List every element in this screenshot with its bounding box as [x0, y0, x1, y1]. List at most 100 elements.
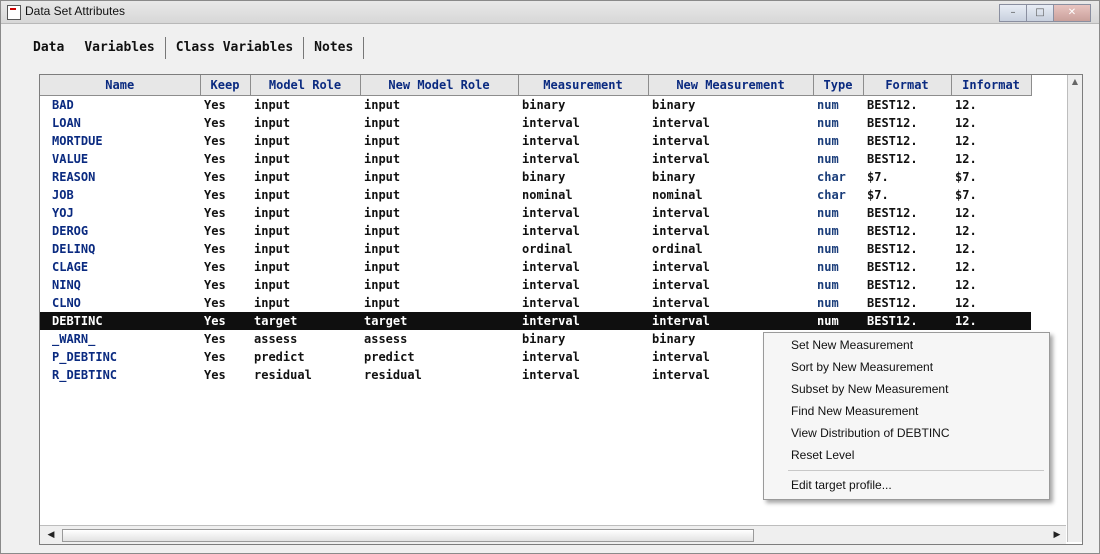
cell-new-model-role[interactable]: input: [360, 204, 518, 222]
cell-new-measurement[interactable]: interval: [648, 258, 813, 276]
scroll-left-icon[interactable]: ◀: [44, 528, 58, 542]
column-header-new-measurement[interactable]: New Measurement: [648, 75, 814, 96]
table-row[interactable]: LOAN Yes input input interval interval num BEST…: [40, 114, 1031, 132]
column-header-measurement[interactable]: Measurement: [518, 75, 649, 96]
cell-type[interactable]: num: [813, 132, 863, 150]
cell-keep[interactable]: Yes: [200, 240, 250, 258]
table-row[interactable]: NINQ Yes input input interval interval num BEST…: [40, 276, 1031, 294]
cell-model-role[interactable]: predict: [250, 348, 360, 366]
cell-keep[interactable]: Yes: [200, 348, 250, 366]
cell-type[interactable]: char: [813, 186, 863, 204]
cell-model-role[interactable]: input: [250, 168, 360, 186]
cell-new-model-role[interactable]: input: [360, 168, 518, 186]
cell-keep[interactable]: Yes: [200, 222, 250, 240]
cell-name[interactable]: _WARN_: [40, 330, 200, 348]
cell-measurement[interactable]: interval: [518, 258, 648, 276]
cell-name[interactable]: MORTDUE: [40, 132, 200, 150]
cell-type[interactable]: num: [813, 240, 863, 258]
cell-informat[interactable]: 12.: [951, 294, 1031, 312]
cell-format[interactable]: BEST12.: [863, 222, 951, 240]
menu-item-view-distribution[interactable]: View Distribution of DEBTINC: [764, 423, 1049, 444]
menu-item-edit-target-profile[interactable]: Edit target profile...: [764, 475, 1049, 496]
cell-measurement[interactable]: interval: [518, 222, 648, 240]
maximize-icon[interactable]: □: [1026, 4, 1054, 22]
cell-measurement[interactable]: interval: [518, 276, 648, 294]
cell-keep[interactable]: Yes: [200, 186, 250, 204]
cell-keep[interactable]: Yes: [200, 132, 250, 150]
cell-informat[interactable]: 12.: [951, 132, 1031, 150]
cell-model-role[interactable]: input: [250, 114, 360, 132]
cell-keep[interactable]: Yes: [200, 312, 250, 330]
cell-keep[interactable]: Yes: [200, 258, 250, 276]
cell-new-model-role[interactable]: target: [360, 312, 518, 330]
table-row[interactable]: CLAGE Yes input input interval interval num BES…: [40, 258, 1031, 276]
column-header-informat[interactable]: Informat: [951, 75, 1032, 96]
cell-format[interactable]: BEST12.: [863, 276, 951, 294]
cell-new-measurement[interactable]: interval: [648, 132, 813, 150]
cell-new-measurement[interactable]: ordinal: [648, 240, 813, 258]
tab-class-variables[interactable]: Class Variables: [166, 37, 305, 59]
cell-measurement[interactable]: interval: [518, 348, 648, 366]
cell-model-role[interactable]: input: [250, 96, 360, 115]
cell-name[interactable]: R_DEBTINC: [40, 366, 200, 384]
cell-name[interactable]: P_DEBTINC: [40, 348, 200, 366]
cell-model-role[interactable]: assess: [250, 330, 360, 348]
tab-variables[interactable]: Variables: [74, 37, 166, 59]
cell-keep[interactable]: Yes: [200, 96, 250, 115]
cell-name[interactable]: BAD: [40, 96, 200, 115]
table-row[interactable]: DELINQ Yes input input ordinal ordinal num BEST…: [40, 240, 1031, 258]
table-row[interactable]: CLNO Yes input input interval interval num BEST…: [40, 294, 1031, 312]
table-row[interactable]: DEBTINC Yes target target interval interval nu…: [40, 312, 1031, 330]
cell-new-model-role[interactable]: predict: [360, 348, 518, 366]
cell-name[interactable]: YOJ: [40, 204, 200, 222]
cell-model-role[interactable]: input: [250, 150, 360, 168]
cell-type[interactable]: num: [813, 204, 863, 222]
cell-new-model-role[interactable]: assess: [360, 330, 518, 348]
tab-data[interactable]: Data: [23, 37, 74, 59]
cell-type[interactable]: num: [813, 294, 863, 312]
cell-model-role[interactable]: input: [250, 258, 360, 276]
cell-type[interactable]: num: [813, 258, 863, 276]
cell-new-model-role[interactable]: input: [360, 276, 518, 294]
cell-measurement[interactable]: binary: [518, 330, 648, 348]
cell-keep[interactable]: Yes: [200, 150, 250, 168]
cell-format[interactable]: BEST12.: [863, 96, 951, 115]
cell-measurement[interactable]: interval: [518, 204, 648, 222]
close-icon[interactable]: ✕: [1053, 4, 1091, 22]
column-header-name[interactable]: Name: [40, 75, 201, 96]
cell-format[interactable]: BEST12.: [863, 204, 951, 222]
column-header-format[interactable]: Format: [863, 75, 952, 96]
cell-keep[interactable]: Yes: [200, 114, 250, 132]
tab-notes[interactable]: Notes: [304, 37, 365, 59]
cell-type[interactable]: num: [813, 276, 863, 294]
cell-new-model-role[interactable]: input: [360, 222, 518, 240]
cell-new-measurement[interactable]: interval: [648, 222, 813, 240]
cell-format[interactable]: $7.: [863, 168, 951, 186]
cell-name[interactable]: JOB: [40, 186, 200, 204]
cell-name[interactable]: DELINQ: [40, 240, 200, 258]
cell-type[interactable]: num: [813, 114, 863, 132]
table-row[interactable]: REASON Yes input input binary binary char $7. $7…: [40, 168, 1031, 186]
cell-informat[interactable]: 12.: [951, 96, 1031, 115]
cell-new-model-role[interactable]: input: [360, 150, 518, 168]
scroll-right-icon[interactable]: ▶: [1050, 528, 1064, 542]
table-row[interactable]: JOB Yes input input nominal nominal char $7. $7.: [40, 186, 1031, 204]
cell-new-measurement[interactable]: interval: [648, 114, 813, 132]
column-header-model-role[interactable]: Model Role: [250, 75, 361, 96]
cell-type[interactable]: num: [813, 96, 863, 115]
cell-format[interactable]: BEST12.: [863, 240, 951, 258]
cell-informat[interactable]: 12.: [951, 222, 1031, 240]
column-header-new-model-role[interactable]: New Model Role: [360, 75, 519, 96]
cell-name[interactable]: DEBTINC: [40, 312, 200, 330]
cell-new-measurement[interactable]: interval: [648, 312, 813, 330]
cell-measurement[interactable]: binary: [518, 168, 648, 186]
cell-new-measurement[interactable]: interval: [648, 150, 813, 168]
vertical-scrollbar[interactable]: ▲: [1067, 75, 1082, 542]
cell-type[interactable]: num: [813, 150, 863, 168]
column-header-type[interactable]: Type: [813, 75, 864, 96]
cell-measurement[interactable]: ordinal: [518, 240, 648, 258]
cell-measurement[interactable]: interval: [518, 312, 648, 330]
cell-model-role[interactable]: input: [250, 222, 360, 240]
cell-model-role[interactable]: target: [250, 312, 360, 330]
table-row[interactable]: YOJ Yes input input interval interval num BEST1…: [40, 204, 1031, 222]
